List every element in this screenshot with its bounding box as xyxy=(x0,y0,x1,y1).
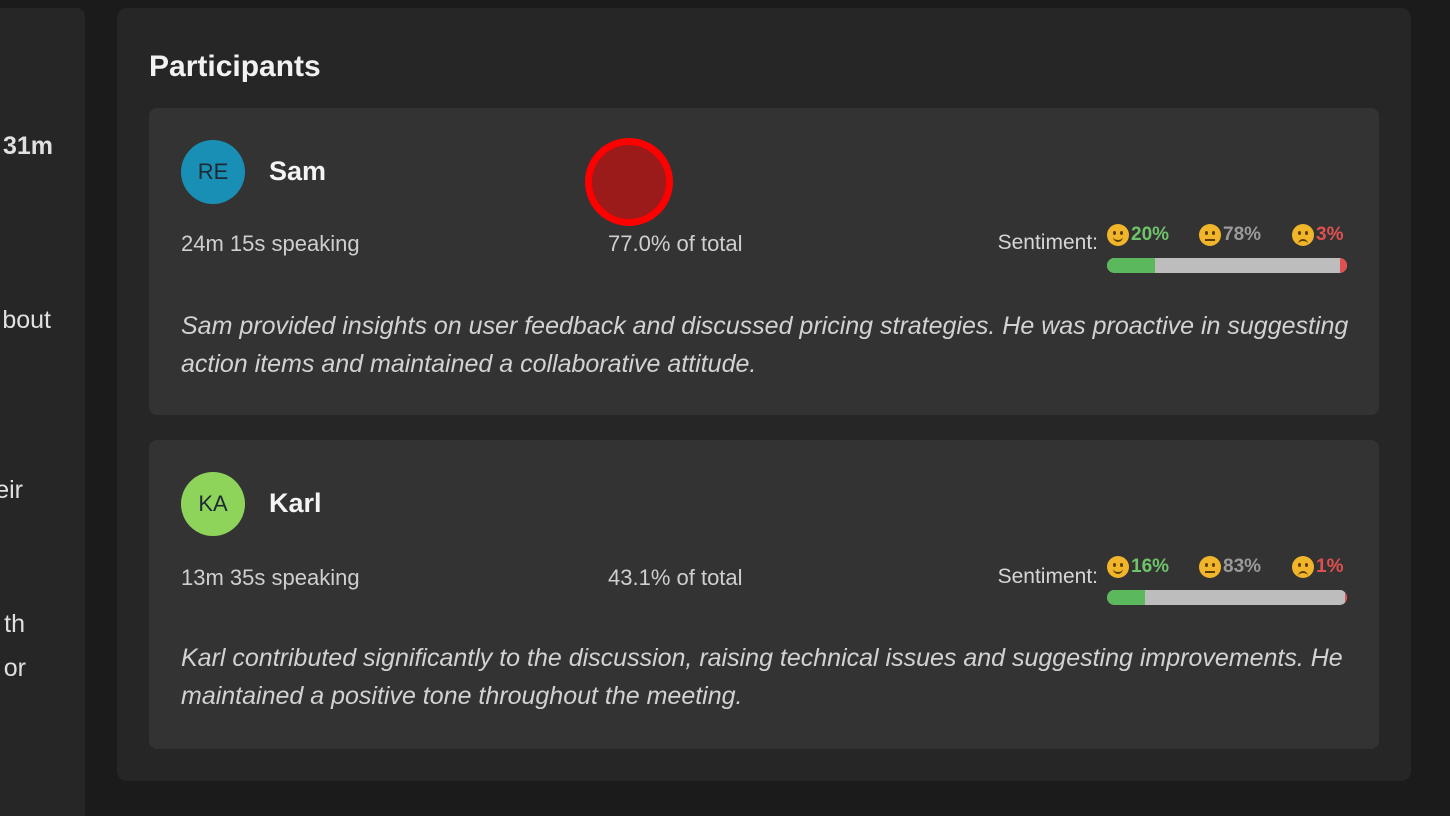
speaking-time: 24m 15s speaking xyxy=(181,231,360,256)
sentiment-neutral-value: 83% xyxy=(1223,556,1262,577)
sentiment-neutral: 78% xyxy=(1199,224,1261,246)
sentiment-negative-value: 1% xyxy=(1316,556,1344,577)
neutral-face-icon xyxy=(1199,556,1221,578)
participant-summary: Karl contributed significantly to the di… xyxy=(181,644,1343,710)
sentiment-positive: 20% xyxy=(1107,224,1169,246)
sentiment-bar-neutral xyxy=(1145,590,1345,605)
sentiment-negative: 3% xyxy=(1292,224,1343,246)
text-fragment: eir xyxy=(0,476,23,504)
sentiment-bar-neutral xyxy=(1154,258,1340,273)
click-indicator xyxy=(585,138,673,226)
sentiment-bar xyxy=(1107,258,1347,273)
left-summary-panel: 31m bout eir th or xyxy=(0,8,85,816)
sentiment-positive-value: 16% xyxy=(1131,556,1170,577)
participant-summary: Sam provided insights on user feedback a… xyxy=(181,312,1349,378)
avatar-initials: KA xyxy=(198,491,228,516)
smiling-face-icon xyxy=(1107,224,1129,246)
disappointed-face-icon xyxy=(1292,224,1314,246)
participant-name: Sam xyxy=(269,156,327,186)
sentiment-bar-negative xyxy=(1339,258,1347,273)
text-fragment: or xyxy=(3,654,26,682)
disappointed-face-icon xyxy=(1292,556,1314,578)
share-of-total: 43.1% of total xyxy=(608,565,743,590)
text-fragment: th xyxy=(4,610,25,638)
participants-panel: Participants RE Sam 24m 15s speaking 77.… xyxy=(117,8,1411,781)
sentiment-positive-value: 20% xyxy=(1131,224,1170,245)
avatar: KA xyxy=(181,472,245,536)
sentiment-label: Sentiment: xyxy=(997,231,1098,254)
participant-card-sam: RE Sam 24m 15s speaking 77.0% of total S… xyxy=(149,108,1379,415)
speaking-time: 13m 35s speaking xyxy=(181,565,360,590)
sentiment-bar-positive xyxy=(1107,258,1155,273)
section-title: Participants xyxy=(149,50,321,83)
sentiment-neutral-value: 78% xyxy=(1223,224,1262,245)
sentiment-negative: 1% xyxy=(1292,556,1343,578)
sentiment-bar-positive xyxy=(1107,590,1146,605)
share-of-total: 77.0% of total xyxy=(608,231,743,256)
sentiment-neutral: 83% xyxy=(1199,556,1261,578)
avatar-initials: RE xyxy=(197,159,229,184)
text-fragment: bout xyxy=(2,306,51,334)
sentiment-label: Sentiment: xyxy=(997,565,1098,588)
sentiment-negative-value: 3% xyxy=(1316,224,1344,245)
participant-name: Karl xyxy=(269,488,322,518)
avatar: RE xyxy=(181,140,245,204)
sentiment-bar-negative xyxy=(1344,590,1347,605)
duration-fragment: 31m xyxy=(2,132,53,160)
neutral-face-icon xyxy=(1199,224,1221,246)
sentiment-bar xyxy=(1107,590,1347,605)
sentiment-positive: 16% xyxy=(1107,556,1169,578)
smiling-face-icon xyxy=(1107,556,1129,578)
participant-card-karl: KA Karl 13m 35s speaking 43.1% of total … xyxy=(149,440,1379,749)
